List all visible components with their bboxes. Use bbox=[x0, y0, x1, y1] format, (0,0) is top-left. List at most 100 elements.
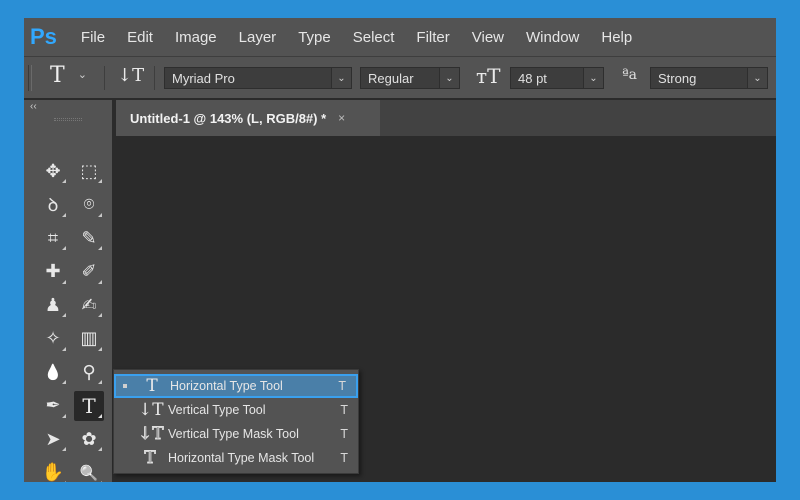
toggle-orientation-icon[interactable]: ↓T bbox=[117, 65, 144, 86]
tool-dodge[interactable]: ⚲ bbox=[74, 357, 104, 387]
path-selection-icon: ➤ bbox=[45, 428, 61, 449]
gradient-icon: ▥ bbox=[80, 328, 98, 348]
tool-crop[interactable]: ⌗ bbox=[38, 223, 68, 253]
flyout-item-horizontal-type-tool[interactable]: T Horizontal Type Tool T bbox=[114, 374, 358, 398]
tool-preset-picker[interactable]: T ⌄ bbox=[50, 63, 87, 88]
flyout-item-label: Vertical Type Mask Tool bbox=[168, 427, 299, 441]
quick-selection-icon: ⌾ bbox=[83, 194, 95, 214]
current-tool-indicator bbox=[123, 384, 127, 388]
document-tab-strip: Untitled-1 @ 143% (L, RGB/8#) * × bbox=[116, 100, 776, 136]
tool-zoom[interactable]: 🔍 bbox=[74, 458, 104, 482]
blur-icon: 💧 bbox=[43, 364, 63, 381]
tool-group-indicator bbox=[62, 447, 66, 451]
type-tool-icon: T bbox=[82, 393, 96, 418]
custom-shape-icon: ✿ bbox=[81, 428, 97, 449]
dodge-icon: ⚲ bbox=[82, 361, 96, 382]
chevron-down-icon[interactable]: ⌄ bbox=[747, 68, 767, 88]
menu-window[interactable]: Window bbox=[526, 29, 579, 46]
anti-alias-icon: ªa bbox=[622, 67, 637, 83]
tool-path-selection[interactable]: ➤ bbox=[38, 424, 68, 454]
tool-clone-stamp[interactable]: ♟ bbox=[38, 290, 68, 320]
font-size-value: 48 pt bbox=[518, 70, 547, 86]
tool-eraser[interactable]: ✧ bbox=[38, 324, 68, 354]
tool-group-indicator bbox=[98, 246, 102, 250]
flyout-item-shortcut: T bbox=[340, 427, 348, 441]
tool-group-indicator bbox=[62, 380, 66, 384]
type-tool-flyout-menu: T Horizontal Type Tool T ↓T Vertical Typ… bbox=[113, 369, 359, 474]
flyout-item-shortcut: T bbox=[340, 403, 348, 417]
font-style-select[interactable]: Regular ⌄ bbox=[360, 67, 460, 89]
menu-help[interactable]: Help bbox=[601, 29, 632, 46]
tool-group-indicator bbox=[62, 279, 66, 284]
chevron-down-icon[interactable]: ⌄ bbox=[331, 68, 351, 88]
chevron-down-icon[interactable]: ⌄ bbox=[583, 68, 603, 88]
chevron-down-icon[interactable]: ⌄ bbox=[439, 68, 459, 88]
anti-alias-select[interactable]: Strong ⌄ bbox=[650, 67, 768, 89]
tool-group-indicator bbox=[62, 179, 66, 183]
rectangular-marquee-icon: ⬚ bbox=[80, 160, 98, 181]
tool-hand[interactable]: ✋ bbox=[38, 458, 68, 482]
eraser-icon: ✧ bbox=[45, 328, 61, 348]
flyout-item-horizontal-type-mask-tool[interactable]: T Horizontal Type Mask Tool T bbox=[114, 446, 358, 470]
font-size-select[interactable]: 48 pt ⌄ bbox=[510, 67, 604, 89]
menu-view[interactable]: View bbox=[472, 29, 504, 46]
separator bbox=[104, 66, 105, 90]
ps-logo: Ps bbox=[30, 24, 57, 49]
panel-grip[interactable] bbox=[54, 118, 82, 121]
font-family-select[interactable]: Myriad Pro ⌄ bbox=[164, 67, 352, 89]
close-icon[interactable]: × bbox=[338, 111, 345, 125]
tool-type-tool[interactable]: T bbox=[74, 390, 104, 421]
brush-icon: ✐ bbox=[81, 261, 97, 281]
tool-healing-brush[interactable]: ✚ bbox=[38, 257, 68, 287]
horizontal-type-icon: T bbox=[146, 376, 158, 396]
font-size-icon: ᴛT bbox=[476, 64, 501, 88]
tool-group-indicator bbox=[98, 480, 102, 482]
tool-eyedropper[interactable]: ✎ bbox=[74, 223, 104, 253]
document-tab-title: Untitled-1 @ 143% (L, RGB/8#) * bbox=[130, 110, 327, 126]
tool-gradient[interactable]: ▥ bbox=[74, 324, 104, 354]
menu-layer[interactable]: Layer bbox=[239, 29, 277, 46]
tool-lasso[interactable]: ꝺ bbox=[38, 190, 68, 220]
menu-edit[interactable]: Edit bbox=[127, 29, 153, 46]
tool-group-indicator bbox=[98, 413, 102, 418]
tool-brush[interactable]: ✐ bbox=[74, 257, 104, 287]
menu-image[interactable]: Image bbox=[175, 29, 217, 46]
tool-group-indicator bbox=[98, 346, 102, 351]
tool-group-indicator bbox=[98, 179, 102, 183]
tool-group-indicator bbox=[98, 380, 102, 384]
zoom-icon: 🔍 bbox=[79, 464, 99, 482]
eyedropper-icon: ✎ bbox=[81, 227, 97, 248]
photoshop-window: Ps File Edit Image Layer Type Select Fil… bbox=[24, 18, 776, 482]
crop-icon: ⌗ bbox=[47, 227, 59, 248]
menu-type[interactable]: Type bbox=[298, 29, 331, 46]
flyout-item-vertical-type-tool[interactable]: ↓T Vertical Type Tool T bbox=[114, 398, 358, 422]
menu-select[interactable]: Select bbox=[353, 29, 395, 46]
tool-move[interactable]: ✥ bbox=[38, 156, 68, 186]
tool-group-indicator bbox=[98, 212, 102, 217]
flyout-item-vertical-type-mask-tool[interactable]: ↓T Vertical Type Mask Tool T bbox=[114, 422, 358, 446]
pen-icon: ✒ bbox=[45, 395, 61, 415]
tool-history-brush[interactable]: ✍ bbox=[74, 290, 104, 320]
menu-file[interactable]: File bbox=[81, 29, 105, 46]
menu-filter[interactable]: Filter bbox=[416, 29, 449, 46]
vertical-type-mask-icon: ↓T bbox=[138, 424, 164, 445]
flyout-item-label: Vertical Type Tool bbox=[168, 403, 266, 417]
menu-bar: Ps File Edit Image Layer Type Select Fil… bbox=[24, 18, 776, 56]
separator bbox=[154, 66, 155, 90]
tool-group-indicator bbox=[62, 413, 66, 418]
type-tool-icon: T bbox=[50, 63, 65, 88]
tool-pen[interactable]: ✒ bbox=[38, 391, 68, 421]
anti-alias-value: Strong bbox=[658, 70, 697, 86]
hand-icon: ✋ bbox=[41, 462, 65, 482]
options-bar-grip[interactable] bbox=[28, 65, 32, 91]
collapse-panel-icon[interactable]: ‹‹ bbox=[30, 101, 37, 112]
document-tab[interactable]: Untitled-1 @ 143% (L, RGB/8#) * × bbox=[116, 100, 380, 136]
tool-quick-selection[interactable]: ⌾ bbox=[74, 190, 104, 220]
horizontal-type-mask-icon: T bbox=[144, 448, 156, 469]
tool-custom-shape[interactable]: ✿ bbox=[74, 424, 104, 454]
tools-panel: ‹‹ ✥ ⬚ ꝺ ⌾ ⌗ ✎ ✚ ✐ ♟ ✍ ✧ ▥ 💧 ⚲ ✒ T ➤ ✿ ✋ 🔍 bbox=[24, 100, 112, 482]
tool-blur[interactable]: 💧 bbox=[38, 357, 68, 387]
tool-group-indicator bbox=[62, 212, 66, 217]
tool-rectangular-marquee[interactable]: ⬚ bbox=[74, 156, 104, 186]
options-bar: T ⌄ ↓T Myriad Pro ⌄ Regular ⌄ ᴛT 48 pt ⌄… bbox=[24, 56, 776, 98]
